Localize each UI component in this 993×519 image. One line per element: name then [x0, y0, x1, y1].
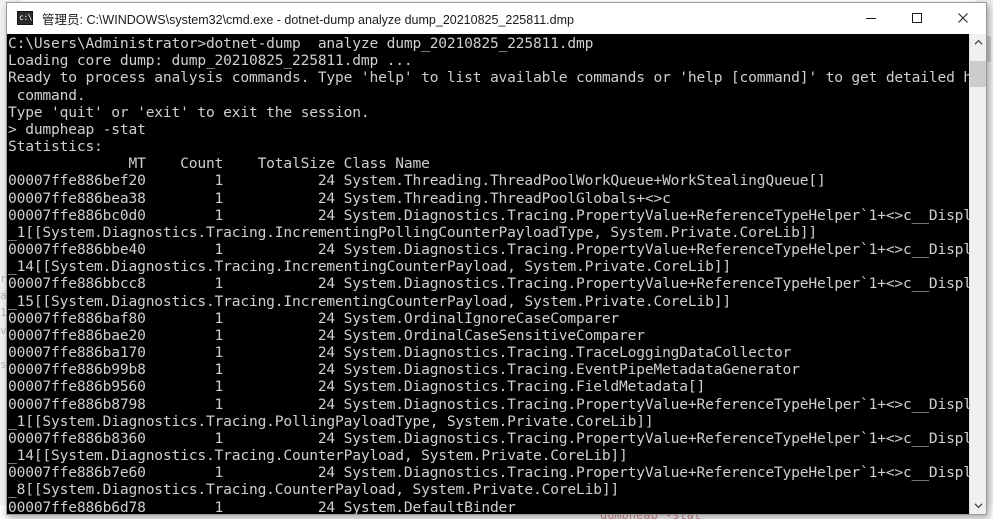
terminal-line: _14[[System.Diagnostics.Tracing.CounterP… [8, 447, 628, 465]
maximize-button[interactable] [894, 4, 940, 33]
terminal-line: Loading core dump: dump_20210825_225811.… [8, 52, 413, 70]
terminal-line: command. [8, 86, 86, 104]
terminal-line: 00007ffe886b8798 1 24 System.Diagnostics… [8, 395, 969, 413]
scrollbar-track[interactable] [970, 51, 986, 497]
terminal-line: Type 'quit' or 'exit' to exit the sessio… [8, 103, 370, 121]
scroll-up-arrow[interactable] [970, 34, 986, 51]
terminal-line: 00007ffe886b6d78 1 24 System.DefaultBind… [8, 498, 516, 514]
terminal-line: _15[[System.Diagnostics.Tracing.Incremen… [8, 292, 731, 310]
terminal-line: _14[[System.Diagnostics.Tracing.Incremen… [8, 258, 731, 276]
scroll-thumb[interactable] [970, 61, 986, 87]
terminal-line: 00007ffe886b7e60 1 24 System.Diagnostics… [8, 464, 969, 482]
title-bar[interactable]: 管理员: C:\WINDOWS\system32\cmd.exe - dotne… [7, 3, 986, 34]
cmd-console-icon [17, 11, 33, 25]
window-title: 管理员: C:\WINDOWS\system32\cmd.exe - dotne… [42, 12, 574, 27]
terminal-line: 00007ffe886b8360 1 24 System.Diagnostics… [8, 429, 969, 447]
terminal-line: 00007ffe886bae20 1 24 System.OrdinalCase… [8, 326, 645, 344]
terminal-line: 00007ffe886bef20 1 24 System.Threading.T… [8, 172, 826, 190]
terminal-line: 00007ffe886bc0d0 1 24 System.Diagnostics… [8, 206, 969, 224]
terminal-line: 00007ffe886b99b8 1 24 System.Diagnostics… [8, 361, 800, 379]
terminal-line: 00007ffe886ba170 1 24 System.Diagnostics… [8, 344, 792, 362]
terminal-line: > dumpheap -stat [8, 120, 146, 138]
terminal-line: MT Count TotalSize Class Name [8, 155, 430, 173]
terminal-line: C:\Users\Administrator>dotnet-dump analy… [8, 35, 594, 52]
terminal-line: 00007ffe886bbe40 1 24 System.Diagnostics… [8, 241, 969, 259]
terminal-line: 00007ffe886b9560 1 24 System.Diagnostics… [8, 378, 706, 396]
close-button[interactable] [940, 4, 986, 33]
terminal-output[interactable]: C:\Users\Administrator>dotnet-dump analy… [7, 34, 969, 514]
scroll-down-arrow[interactable] [970, 497, 986, 514]
console-client-area: C:\Users\Administrator>dotnet-dump analy… [7, 34, 986, 514]
terminal-line: 00007ffe886bea38 1 24 System.Threading.T… [8, 189, 671, 207]
terminal-line: _1[[System.Diagnostics.Tracing.PollingPa… [8, 412, 654, 430]
vertical-scrollbar[interactable] [969, 34, 986, 514]
terminal-line: 00007ffe886baf80 1 24 System.OrdinalIgno… [8, 309, 620, 327]
cmd-console-window: 管理员: C:\WINDOWS\system32\cmd.exe - dotne… [6, 2, 987, 515]
terminal-line: Ready to process analysis commands. Type… [8, 69, 969, 87]
terminal-line: 00007ffe886bbcc8 1 24 System.Diagnostics… [8, 275, 969, 293]
minimize-button[interactable] [848, 4, 894, 33]
terminal-line: _1[[System.Diagnostics.Tracing.Increment… [8, 223, 817, 241]
terminal-line: _8[[System.Diagnostics.Tracing.CounterPa… [8, 481, 620, 499]
terminal-line: Statistics: [8, 138, 103, 156]
